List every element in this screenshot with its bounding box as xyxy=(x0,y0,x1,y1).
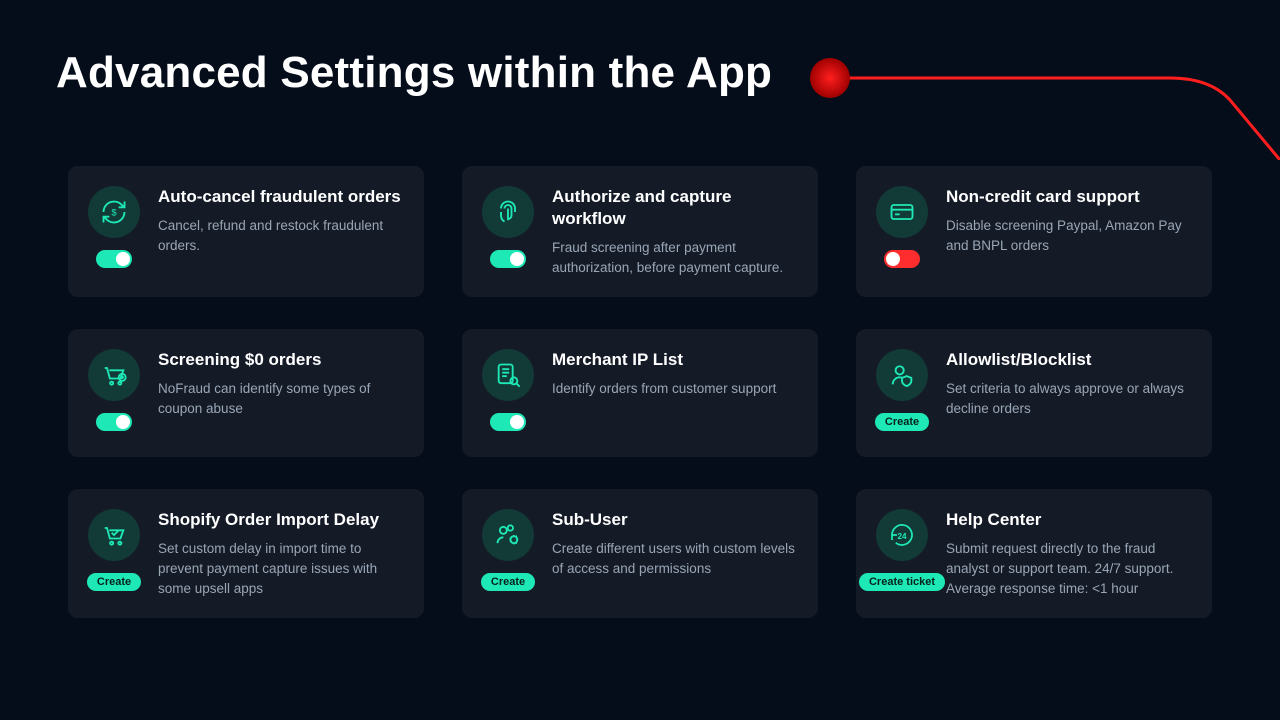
fingerprint-icon xyxy=(482,186,534,238)
toggle-authorize-capture[interactable] xyxy=(490,250,526,268)
cart-check-icon xyxy=(88,509,140,561)
toggle-non-credit[interactable] xyxy=(884,250,920,268)
card-merchant-ip: Merchant IP List Identify orders from cu… xyxy=(462,329,818,457)
card-title: Authorize and capture workflow xyxy=(552,186,796,230)
create-sub-user-button[interactable]: Create xyxy=(481,573,535,591)
card-desc: Identify orders from customer support xyxy=(552,379,796,399)
toggle-merchant-ip[interactable] xyxy=(490,413,526,431)
page-title: Advanced Settings within the App xyxy=(56,48,772,98)
card-desc: Disable screening Paypal, Amazon Pay and… xyxy=(946,216,1190,255)
card-allowlist-blocklist: Create Allowlist/Blocklist Set criteria … xyxy=(856,329,1212,457)
card-desc: Cancel, refund and restock fraudulent or… xyxy=(158,216,402,255)
user-shield-icon xyxy=(876,349,928,401)
card-screening-zero: Screening $0 orders NoFraud can identify… xyxy=(68,329,424,457)
card-title: Non-credit card support xyxy=(946,186,1190,208)
create-import-delay-button[interactable]: Create xyxy=(87,573,141,591)
users-gear-icon xyxy=(482,509,534,561)
card-non-credit: Non-credit card support Disable screenin… xyxy=(856,166,1212,297)
create-allowlist-button[interactable]: Create xyxy=(875,413,929,431)
card-title: Allowlist/Blocklist xyxy=(946,349,1190,371)
credit-card-icon xyxy=(876,186,928,238)
refund-cycle-icon: $ xyxy=(88,186,140,238)
card-import-delay: Create Shopify Order Import Delay Set cu… xyxy=(68,489,424,618)
card-authorize-capture: Authorize and capture workflow Fraud scr… xyxy=(462,166,818,297)
card-title: Merchant IP List xyxy=(552,349,796,371)
cart-plus-icon xyxy=(88,349,140,401)
card-sub-user: Create Sub-User Create different users w… xyxy=(462,489,818,618)
card-desc: NoFraud can identify some types of coupo… xyxy=(158,379,402,418)
card-title: Shopify Order Import Delay xyxy=(158,509,402,531)
card-title: Sub-User xyxy=(552,509,796,531)
card-desc: Submit request directly to the fraud ana… xyxy=(946,539,1190,598)
list-search-icon xyxy=(482,349,534,401)
card-help-center: 24 Create ticket Help Center Submit requ… xyxy=(856,489,1212,618)
create-ticket-button[interactable]: Create ticket xyxy=(859,573,945,591)
toggle-screening-zero[interactable] xyxy=(96,413,132,431)
settings-grid: $ Auto-cancel fraudulent orders Cancel, … xyxy=(68,166,1212,618)
card-desc: Set custom delay in import time to preve… xyxy=(158,539,402,598)
svg-text:24: 24 xyxy=(897,532,907,541)
card-auto-cancel: $ Auto-cancel fraudulent orders Cancel, … xyxy=(68,166,424,297)
support-24-icon: 24 xyxy=(876,509,928,561)
card-title: Auto-cancel fraudulent orders xyxy=(158,186,402,208)
card-desc: Fraud screening after payment authorizat… xyxy=(552,238,796,277)
card-desc: Create different users with custom level… xyxy=(552,539,796,578)
card-title: Screening $0 orders xyxy=(158,349,402,371)
svg-text:$: $ xyxy=(111,208,117,218)
card-desc: Set criteria to always approve or always… xyxy=(946,379,1190,418)
toggle-auto-cancel[interactable] xyxy=(96,250,132,268)
card-title: Help Center xyxy=(946,509,1190,531)
